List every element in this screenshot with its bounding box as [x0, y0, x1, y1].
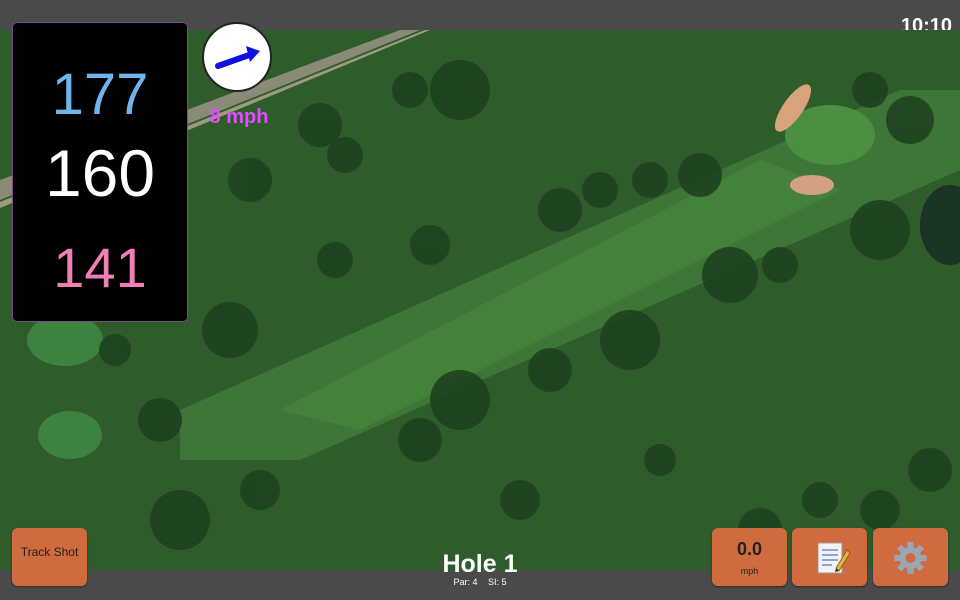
notes-button[interactable]	[792, 528, 867, 586]
speed-button[interactable]: 0.0 mph	[712, 528, 787, 586]
settings-button[interactable]	[873, 528, 948, 586]
distance-panel: 177 160 141	[12, 22, 188, 322]
wind-speed: 8 mph	[209, 106, 269, 128]
speed-value: 0.0	[736, 539, 763, 559]
gear-icon	[894, 542, 927, 574]
wind-indicator	[202, 22, 272, 92]
center-distance: 160	[44, 136, 156, 210]
track-shot-button[interactable]: Track Shot	[12, 528, 87, 586]
notepad-icon	[817, 542, 851, 574]
hole-details: Par: 4 SI: 5	[380, 577, 580, 587]
hole-par: Par: 4	[453, 577, 478, 587]
hole-title: Hole 1	[442, 550, 518, 578]
hole-stroke-index: SI: 5	[488, 577, 507, 587]
front-distance: 141	[53, 236, 147, 299]
arrow-right-icon	[215, 46, 260, 69]
back-distance: 177	[51, 62, 149, 127]
speed-unit: mph	[740, 566, 759, 576]
